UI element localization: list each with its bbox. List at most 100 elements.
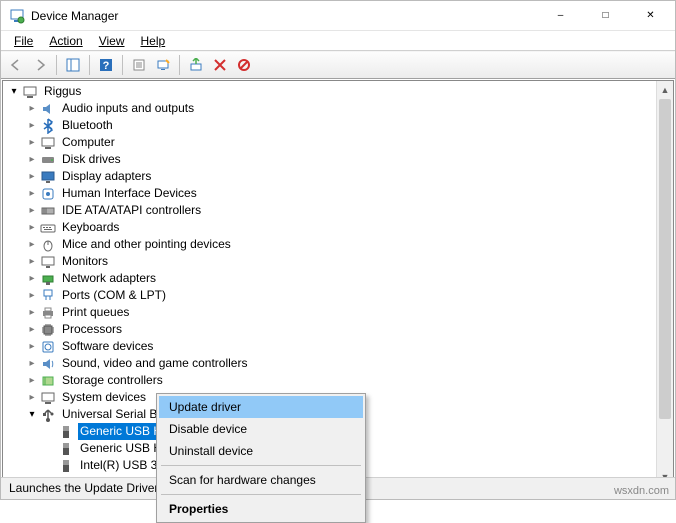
usb-device-icon (58, 458, 74, 474)
expander-icon[interactable]: ▸ (25, 306, 39, 320)
menu-help[interactable]: Help (134, 32, 173, 50)
expander-icon[interactable]: ▸ (25, 119, 39, 133)
tree-category[interactable]: ▸ Audio inputs and outputs (3, 100, 656, 117)
expander-icon[interactable]: ▸ (25, 221, 39, 235)
ctx-disable-device[interactable]: Disable device (159, 418, 363, 440)
expander-icon[interactable]: ▾ (25, 408, 39, 422)
tree-label: Software devices (60, 338, 155, 355)
expander-icon[interactable]: ▸ (25, 255, 39, 269)
disable-button[interactable] (233, 54, 255, 76)
expander-icon[interactable]: ▸ (25, 136, 39, 150)
expander-icon[interactable]: ▸ (25, 204, 39, 218)
expander-icon[interactable]: ▸ (25, 238, 39, 252)
toolbar-separator (179, 55, 180, 75)
tree-label: Audio inputs and outputs (60, 100, 196, 117)
watermark: wsxdn.com (614, 485, 669, 497)
menu-action[interactable]: Action (42, 32, 89, 50)
update-driver-button[interactable] (185, 54, 207, 76)
tree-label: Ports (COM & LPT) (60, 287, 168, 304)
toolbar-separator (56, 55, 57, 75)
expander-spacer (43, 442, 57, 456)
maximize-button[interactable]: □ (583, 2, 628, 30)
tree-category[interactable]: ▸Bluetooth (3, 117, 656, 134)
tree-category[interactable]: ▸Monitors (3, 253, 656, 270)
tree-label: Processors (60, 321, 124, 338)
tree-category[interactable]: ▸ Sound, video and game controllers (3, 355, 656, 372)
expander-icon[interactable]: ▸ (25, 374, 39, 388)
ctx-separator (161, 494, 361, 495)
uninstall-button[interactable] (209, 54, 231, 76)
expander-icon[interactable]: ▸ (25, 170, 39, 184)
toolbar-separator (89, 55, 90, 75)
ctx-properties[interactable]: Properties (159, 498, 363, 520)
properties-button[interactable] (128, 54, 150, 76)
svg-text:?: ? (103, 60, 110, 72)
tree-category[interactable]: ▸ Software devices (3, 338, 656, 355)
back-button (5, 54, 27, 76)
tree-category[interactable]: ▸ Processors (3, 321, 656, 338)
storage-icon (40, 373, 56, 389)
ctx-update-driver[interactable]: Update driver (159, 396, 363, 418)
tree-category[interactable]: ▸ Keyboards (3, 219, 656, 236)
tree-category[interactable]: ▸IDE ATA/ATAPI controllers (3, 202, 656, 219)
expander-icon[interactable]: ▸ (25, 323, 39, 337)
tree-label: Storage controllers (60, 372, 165, 389)
expander-icon[interactable]: ▸ (25, 102, 39, 116)
system-icon (40, 390, 56, 406)
tree-label: Sound, video and game controllers (60, 355, 249, 372)
expander-icon[interactable]: ▸ (25, 289, 39, 303)
scan-hardware-button[interactable] (152, 54, 174, 76)
vertical-scrollbar[interactable]: ▲ ▼ (656, 81, 673, 485)
keyboard-icon (40, 220, 56, 236)
display-icon (40, 169, 56, 185)
close-button[interactable]: ✕ (628, 2, 673, 30)
ctx-uninstall-device[interactable]: Uninstall device (159, 440, 363, 462)
show-hide-tree-button[interactable] (62, 54, 84, 76)
tree-category[interactable]: ▸ Mice and other pointing devices (3, 236, 656, 253)
tree-label: Network adapters (60, 270, 158, 287)
scrollbar-thumb[interactable] (659, 99, 671, 419)
usb-device-icon (58, 424, 74, 440)
hid-icon (40, 186, 56, 202)
tree-label: Intel(R) USB 3. (78, 457, 163, 474)
tree-label: Keyboards (60, 219, 121, 236)
tree-label: Human Interface Devices (60, 185, 199, 202)
app-icon (9, 8, 25, 24)
help-button[interactable]: ? (95, 54, 117, 76)
menu-file[interactable]: File (7, 32, 40, 50)
tree-label: Mice and other pointing devices (60, 236, 233, 253)
forward-button (29, 54, 51, 76)
ctx-label: Disable device (169, 422, 247, 436)
usb-icon (40, 407, 56, 423)
ctx-label: Scan for hardware changes (169, 473, 316, 487)
tree-category[interactable]: ▸ Network adapters (3, 270, 656, 287)
expander-icon[interactable]: ▸ (25, 153, 39, 167)
scroll-up-icon[interactable]: ▲ (657, 81, 673, 98)
tree-category[interactable]: ▸Display adapters (3, 168, 656, 185)
tree-category[interactable]: ▸Computer (3, 134, 656, 151)
tree-category[interactable]: ▸ Storage controllers (3, 372, 656, 389)
usb-device-icon (58, 441, 74, 457)
tree-label: Disk drives (60, 151, 123, 168)
minimize-button[interactable]: – (538, 2, 583, 30)
tree-category[interactable]: ▸Print queues (3, 304, 656, 321)
toolbar-separator (122, 55, 123, 75)
menu-view[interactable]: View (92, 32, 132, 50)
expander-icon[interactable]: ▸ (25, 357, 39, 371)
expander-icon[interactable]: ▸ (25, 340, 39, 354)
expander-spacer (43, 459, 57, 473)
tree-category[interactable]: ▸ Ports (COM & LPT) (3, 287, 656, 304)
expander-icon[interactable]: ▸ (25, 187, 39, 201)
expander-icon[interactable]: ▾ (7, 85, 21, 99)
toolbar: ? (1, 51, 675, 79)
tree-label: Generic USB H (78, 423, 164, 440)
expander-icon[interactable]: ▸ (25, 391, 39, 405)
status-text: Launches the Update Driver W (9, 481, 173, 495)
tree-root[interactable]: ▾ Riggus (3, 83, 656, 100)
tree-category[interactable]: ▸ Disk drives (3, 151, 656, 168)
printer-icon (40, 305, 56, 321)
ctx-scan-hardware[interactable]: Scan for hardware changes (159, 469, 363, 491)
tree-category[interactable]: ▸ Human Interface Devices (3, 185, 656, 202)
processor-icon (40, 322, 56, 338)
expander-icon[interactable]: ▸ (25, 272, 39, 286)
